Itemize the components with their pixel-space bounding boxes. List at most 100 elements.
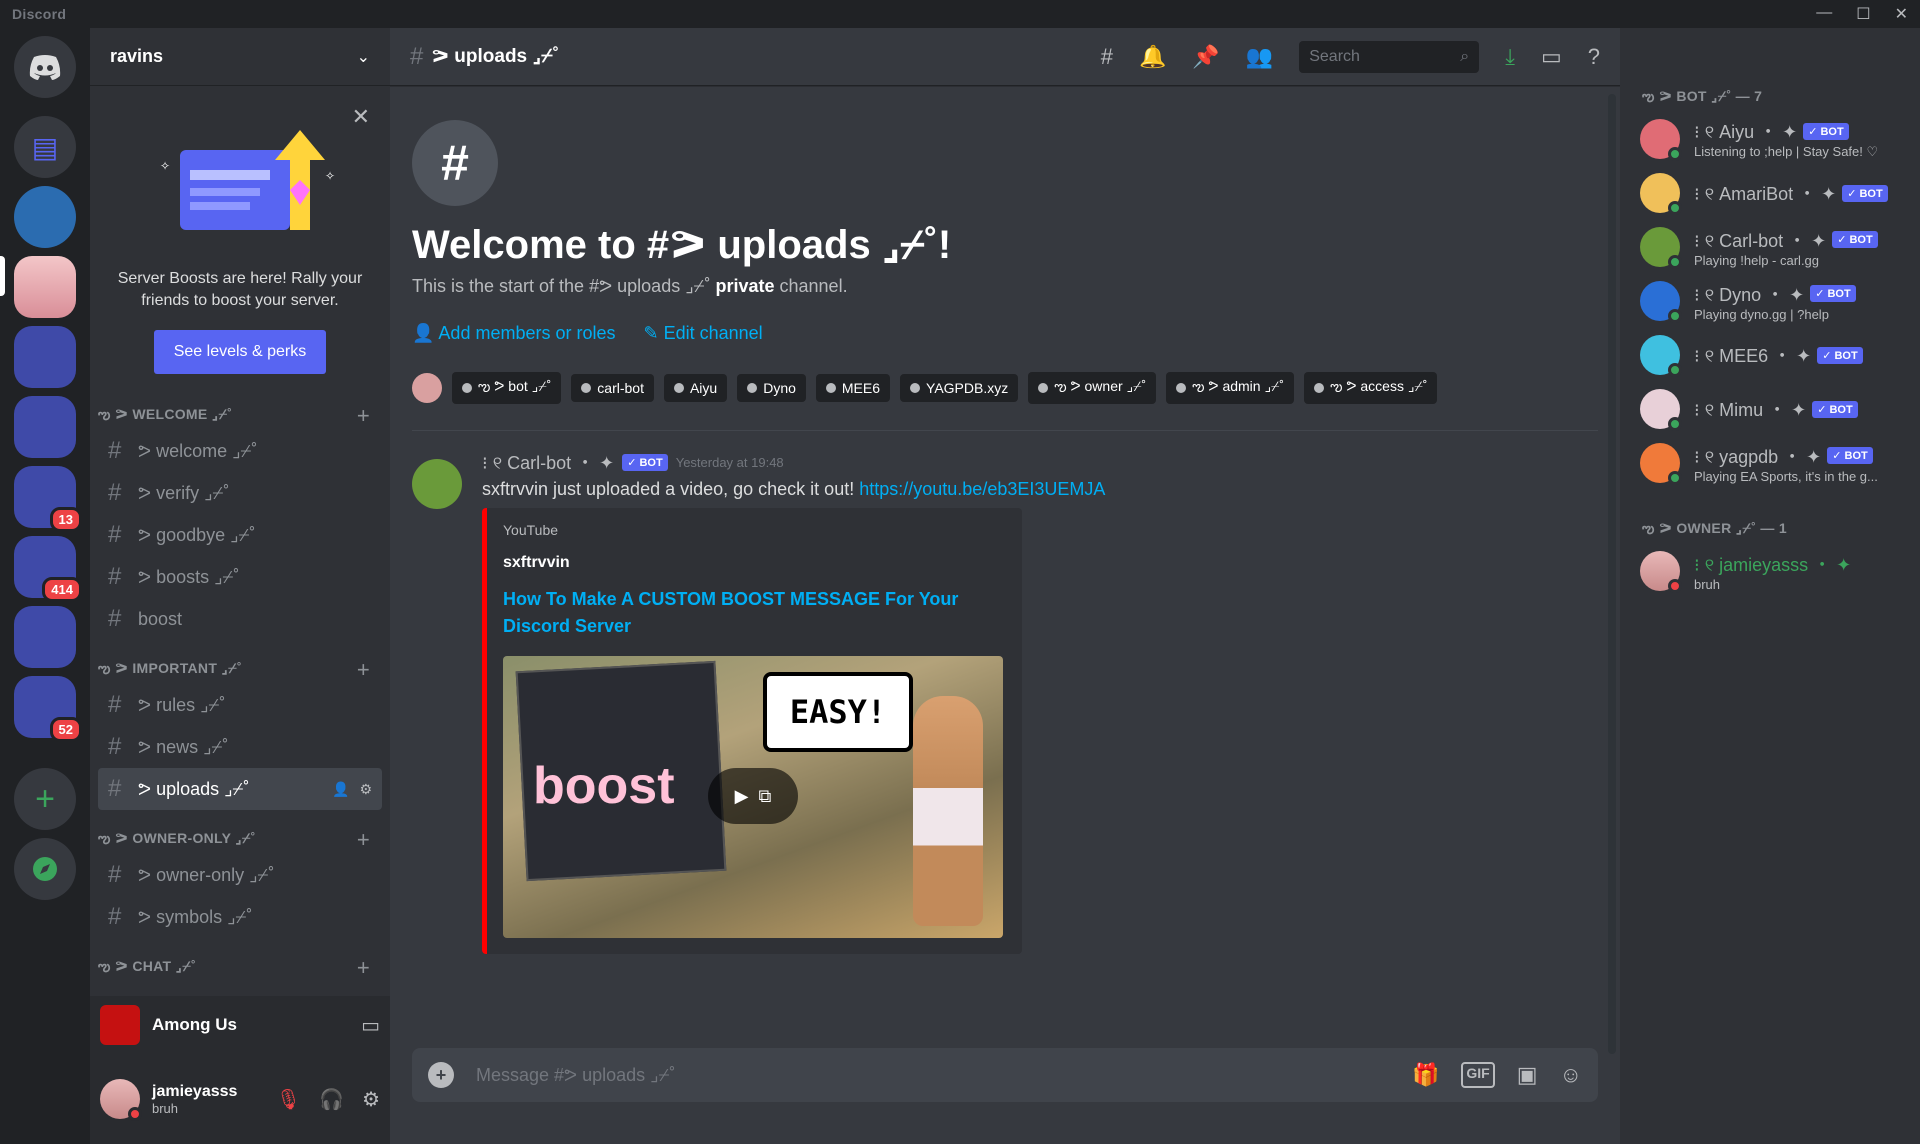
- video-thumbnail[interactable]: boost EASY! ▶ ⧉: [503, 656, 1003, 938]
- close-icon[interactable]: ✕: [352, 104, 370, 130]
- hash-lock-icon: #: [412, 120, 498, 206]
- server-header[interactable]: ravins ⌄: [90, 28, 390, 86]
- channel-goodbye[interactable]: # ᕗ goodbye ⌟⌿˚: [98, 514, 382, 556]
- title-bar: Discord — ☐ ✕: [0, 0, 1920, 28]
- channel-symbols[interactable]: # ᕗ symbols ⌟⌿˚: [98, 896, 382, 938]
- close-window-button[interactable]: ✕: [1895, 4, 1908, 24]
- headphones-icon[interactable]: 🎧: [319, 1087, 344, 1112]
- member-list: ఌ ᕗ BOT ⌟⌿˚ — 7 ⁝ ୧ Aiyu ・ ✦ ✓ BOT Listen…: [1620, 28, 1920, 1144]
- server-folder-5[interactable]: [14, 606, 76, 668]
- scrollbar[interactable]: [1608, 94, 1616, 1054]
- member-jamieyasss[interactable]: ⁝ ୧ jamieyasss ・ ✦ bruh: [1620, 544, 1920, 598]
- member-aiyu[interactable]: ⁝ ୧ Aiyu ・ ✦ ✓ BOT Listening to ;help | S…: [1620, 112, 1920, 166]
- role-label: YAGPDB.xyz: [926, 380, 1009, 396]
- channel-welcome[interactable]: # ᕗ welcome ⌟⌿˚: [98, 430, 382, 472]
- role-pill[interactable]: Aiyu: [663, 374, 728, 402]
- role-label: Aiyu: [689, 380, 718, 396]
- play-button[interactable]: ▶ ⧉: [708, 768, 798, 824]
- pin-icon[interactable]: 📌: [1192, 44, 1219, 70]
- member-mee6[interactable]: ⁝ ୧ MEE6 ・ ✦ ✓ BOT: [1620, 328, 1920, 382]
- avatar[interactable]: [100, 1079, 142, 1121]
- channel-owner-only[interactable]: # ᕗ owner-only ⌟⌿˚: [98, 854, 382, 896]
- channel-label: boost: [138, 608, 183, 629]
- gear-icon[interactable]: ⚙: [359, 781, 372, 798]
- member-amaribot[interactable]: ⁝ ୧ AmariBot ・ ✦ ✓ BOT: [1620, 166, 1920, 220]
- member-mimu[interactable]: ⁝ ୧ Mimu ・ ✦ ✓ BOT: [1620, 382, 1920, 436]
- role-pill[interactable]: carl-bot: [571, 374, 654, 402]
- role-pill[interactable]: YAGPDB.xyz: [900, 374, 1019, 402]
- direct-messages-icon[interactable]: ▤: [14, 116, 76, 178]
- create-channel-icon[interactable]: +: [357, 403, 370, 429]
- embed-title[interactable]: How To Make A CUSTOM BOOST MESSAGE For Y…: [503, 586, 1006, 640]
- notification-bell-icon[interactable]: 🔔: [1139, 44, 1166, 70]
- help-icon[interactable]: ?: [1588, 44, 1600, 70]
- category-label: ఌ ᕗ CHAT ⌟⌿˚: [98, 958, 197, 974]
- maximize-button[interactable]: ☐: [1856, 4, 1870, 24]
- home-button[interactable]: [14, 36, 76, 98]
- role-pill[interactable]: MEE6: [815, 374, 891, 402]
- member-carl-bot[interactable]: ⁝ ୧ Carl-bot ・ ✦ ✓ BOT Playing !help - ca…: [1620, 220, 1920, 274]
- add-server-button[interactable]: +: [14, 768, 76, 830]
- channel-rules[interactable]: # ᕗ rules ⌟⌿˚: [98, 684, 382, 726]
- server-folder-4[interactable]: 414: [14, 536, 82, 602]
- add-members-link[interactable]: 👤 Add members or roles: [412, 323, 616, 344]
- settings-icon[interactable]: ⚙: [362, 1087, 380, 1112]
- member-dyno[interactable]: ⁝ ୧ Dyno ・ ✦ ✓ BOT Playing dyno.gg | ?hel…: [1620, 274, 1920, 328]
- create-channel-icon[interactable]: +: [357, 955, 370, 981]
- search-placeholder: Search: [1309, 47, 1360, 65]
- server-folder-1[interactable]: [14, 326, 76, 388]
- thumb-word: boost: [533, 757, 675, 815]
- message-composer[interactable]: + Message #ᕗ uploads ⌟⌿˚ 🎁 GIF ▣ ☺: [412, 1048, 1598, 1102]
- gift-icon[interactable]: 🎁: [1412, 1062, 1439, 1088]
- category-owner-only[interactable]: ఌ ᕗ OWNER-ONLY ⌟⌿˚ +: [90, 826, 390, 854]
- edit-channel-link[interactable]: ✎ Edit channel: [644, 323, 763, 344]
- category-chat[interactable]: ఌ ᕗ CHAT ⌟⌿˚ +: [90, 954, 390, 982]
- gif-button[interactable]: GIF: [1461, 1062, 1495, 1088]
- category-welcome[interactable]: ఌ ᕗ WELCOME ⌟⌿˚ +: [90, 402, 390, 430]
- server-folder-3[interactable]: 13: [14, 466, 82, 532]
- invite-icon[interactable]: 👤: [332, 781, 349, 798]
- role-pill[interactable]: Dyno: [737, 374, 806, 402]
- role-pill[interactable]: ఌ ᕗ admin ⌟⌿˚: [1166, 372, 1295, 404]
- channel-boosts[interactable]: # ᕗ boosts ⌟⌿˚: [98, 556, 382, 598]
- threads-icon[interactable]: #: [1101, 44, 1113, 70]
- see-perks-button[interactable]: See levels & perks: [153, 330, 327, 374]
- member-yagpdb[interactable]: ⁝ ୧ yagpdb ・ ✦ ✓ BOT Playing EA Sports, i…: [1620, 436, 1920, 490]
- server-icon-ravins[interactable]: [14, 256, 76, 318]
- create-channel-icon[interactable]: +: [357, 657, 370, 683]
- message-input[interactable]: Message #ᕗ uploads ⌟⌿˚: [476, 1065, 675, 1086]
- header-toolbar: # 🔔 📌 👥 Search ⌕ ⤓ ▭ ?: [1101, 40, 1600, 73]
- emoji-icon[interactable]: ☺: [1560, 1062, 1582, 1088]
- message-author[interactable]: ⁝ ୧ Carl-bot ・ ✦: [482, 449, 614, 475]
- explore-servers-button[interactable]: [14, 838, 76, 900]
- channel-boost[interactable]: # boost: [98, 598, 382, 640]
- avatar: [1640, 173, 1682, 215]
- create-channel-icon[interactable]: +: [357, 827, 370, 853]
- role-pill[interactable]: ఌ ᕗ bot ⌟⌿˚: [452, 372, 562, 404]
- minimize-button[interactable]: —: [1816, 4, 1832, 24]
- message-link[interactable]: https://youtu.be/eb3EI3UEMJA: [859, 479, 1105, 499]
- embed-author[interactable]: sxftrvvin: [503, 554, 1006, 572]
- member-list-icon[interactable]: 👥: [1246, 44, 1273, 70]
- category-important[interactable]: ఌ ᕗ IMPORTANT ⌟⌿˚ +: [90, 656, 390, 684]
- screen-share-icon[interactable]: ▭: [361, 1013, 380, 1038]
- search-input[interactable]: Search ⌕: [1299, 40, 1480, 73]
- server-folder-2[interactable]: [14, 396, 76, 458]
- mute-microphone-icon[interactable]: 🎙: [276, 1087, 301, 1112]
- role-label: MEE6: [841, 380, 881, 396]
- avatar[interactable]: [412, 459, 462, 509]
- avatar[interactable]: [412, 373, 442, 403]
- server-folder-6[interactable]: 52: [14, 676, 82, 742]
- download-icon[interactable]: ⤓: [1505, 44, 1515, 70]
- channel-label: ᕗ goodbye ⌟⌿˚: [138, 524, 256, 545]
- role-pill[interactable]: ఌ ᕗ access ⌟⌿˚: [1304, 372, 1438, 404]
- channel-verify[interactable]: # ᕗ verify ⌟⌿˚: [98, 472, 382, 514]
- sticker-icon[interactable]: ▣: [1517, 1062, 1538, 1088]
- add-attachment-icon[interactable]: +: [428, 1062, 454, 1088]
- channel-uploads[interactable]: # ᕗ uploads ⌟⌿˚ 👤 ⚙: [98, 768, 382, 810]
- channel-news[interactable]: # ᕗ news ⌟⌿˚: [98, 726, 382, 768]
- role-pill[interactable]: ఌ ᕗ owner ⌟⌿˚: [1028, 372, 1157, 404]
- inbox-icon[interactable]: ▭: [1541, 44, 1562, 70]
- server-icon-1[interactable]: [14, 186, 76, 248]
- activity-bar[interactable]: Among Us ▭: [90, 996, 390, 1054]
